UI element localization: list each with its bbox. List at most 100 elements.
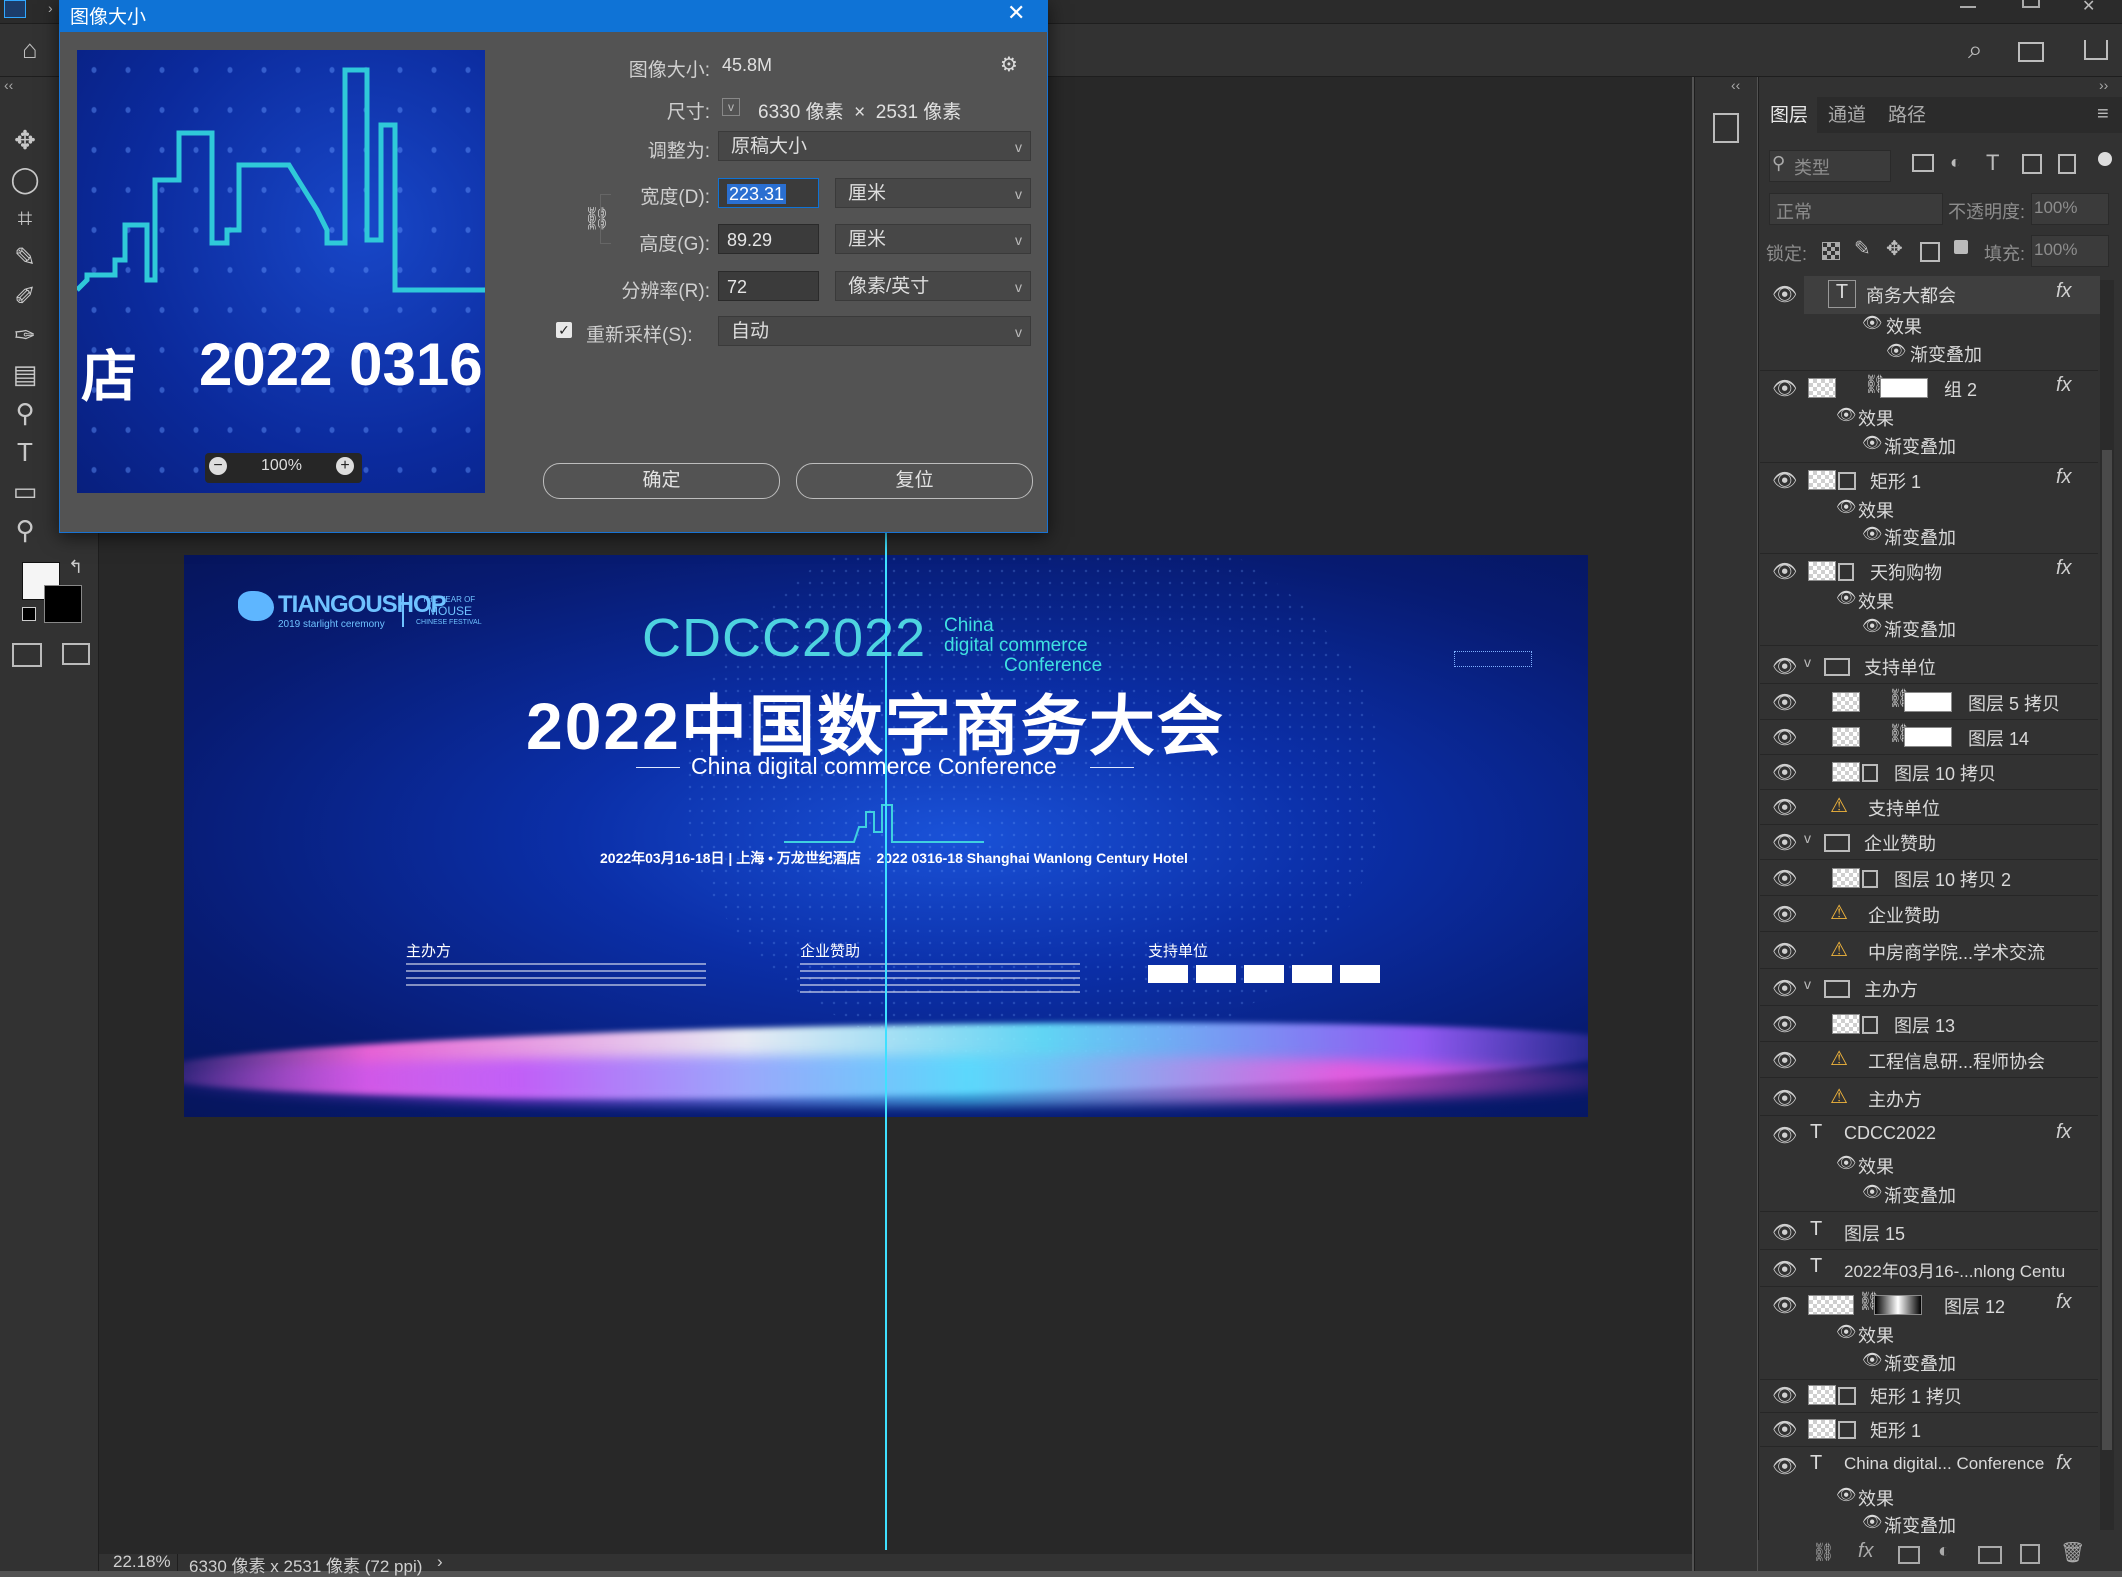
- visibility-eye-icon[interactable]: 👁: [1772, 939, 1797, 964]
- visibility-eye-icon[interactable]: 👁: [1772, 725, 1797, 750]
- vertical-guide[interactable]: [885, 420, 887, 1550]
- lock-artboard-icon[interactable]: [1920, 242, 1940, 262]
- visibility-eye-icon[interactable]: 👁: [1772, 866, 1797, 891]
- lock-position-icon[interactable]: ✥: [1886, 236, 1903, 261]
- share-icon[interactable]: [2084, 40, 2108, 60]
- effects-row[interactable]: 👁 效果: [1758, 1153, 2098, 1179]
- effect-eye-icon[interactable]: 👁: [1862, 313, 1882, 333]
- effect-eye-icon[interactable]: 👁: [1862, 1182, 1882, 1202]
- crop-tool-icon[interactable]: ⌗: [8, 201, 42, 235]
- effect-row[interactable]: 👁 渐变叠加: [1758, 433, 2098, 459]
- effect-eye-icon[interactable]: 👁: [1836, 405, 1856, 425]
- visibility-eye-icon[interactable]: 👁: [1772, 1123, 1797, 1148]
- quick-mask-icon[interactable]: [12, 643, 42, 667]
- swap-colors-icon[interactable]: ↰: [68, 557, 83, 578]
- scrollbar-thumb[interactable]: [2102, 450, 2112, 1450]
- status-arrow-icon[interactable]: ›: [437, 1552, 443, 1572]
- chevron-down-icon[interactable]: v: [1804, 976, 1811, 992]
- collapse-icon[interactable]: ‹‹: [4, 77, 13, 93]
- effect-row[interactable]: 👁 渐变叠加: [1758, 1182, 2098, 1208]
- layer-row[interactable]: 👁 ⛓ 图层 5 拷贝: [1758, 688, 2098, 718]
- visibility-eye-icon[interactable]: 👁: [1772, 795, 1797, 820]
- effects-row[interactable]: 👁 效果: [1758, 1485, 2098, 1511]
- layer-row[interactable]: 👁 矩形 1 拷贝: [1758, 1381, 2098, 1411]
- layers-scrollbar[interactable]: [2100, 280, 2114, 1530]
- tab-layers[interactable]: 图层: [1770, 100, 1808, 127]
- layer-row[interactable]: 👁 T 商务大都会 fx: [1758, 280, 2098, 310]
- fx-icon[interactable]: fx: [2056, 1291, 2072, 1314]
- effects-row[interactable]: 👁 效果: [1758, 405, 2098, 431]
- effect-eye-icon[interactable]: 👁: [1836, 497, 1856, 517]
- resample-checkbox[interactable]: ✓: [556, 322, 572, 338]
- document-info[interactable]: 6330 像素 x 2531 像素 (72 ppi): [189, 1552, 422, 1577]
- dimensions-chevron-icon[interactable]: v: [722, 98, 740, 116]
- effect-row[interactable]: 👁 渐变叠加: [1758, 1350, 2098, 1376]
- screen-mode-icon[interactable]: [62, 643, 90, 665]
- effect-row[interactable]: 👁 渐变叠加: [1758, 1512, 2098, 1538]
- effect-row[interactable]: 👁 渐变叠加: [1758, 616, 2098, 642]
- visibility-eye-icon[interactable]: 👁: [1772, 1383, 1797, 1408]
- effect-row[interactable]: 👁 渐变叠加: [1758, 341, 2098, 367]
- tab-channels[interactable]: 通道: [1828, 100, 1866, 127]
- zoom-tool-icon[interactable]: ⚲: [8, 513, 42, 547]
- layer-row[interactable]: 👁 ⛓ 组 2 fx: [1758, 374, 2098, 404]
- effect-eye-icon[interactable]: 👁: [1862, 616, 1882, 636]
- search-box[interactable]: [1769, 150, 1891, 182]
- minimize-icon[interactable]: [1960, 0, 1976, 8]
- width-unit-dropdown[interactable]: 厘米 v: [835, 178, 1031, 208]
- layer-row[interactable]: 👁 T 图层 15: [1758, 1218, 2098, 1248]
- filter-shape-icon[interactable]: [2022, 154, 2042, 174]
- layer-row[interactable]: 👁 ⛓ 图层 14: [1758, 723, 2098, 753]
- effect-eye-icon[interactable]: 👁: [1862, 524, 1882, 544]
- group-row[interactable]: 👁 v 支持单位: [1758, 652, 2098, 682]
- background-color-swatch[interactable]: [44, 585, 82, 623]
- close-icon[interactable]: ✕: [2082, 0, 2095, 16]
- gear-icon[interactable]: ⚙: [1000, 52, 1018, 77]
- effect-row[interactable]: 👁 渐变叠加: [1758, 524, 2098, 550]
- height-unit-dropdown[interactable]: 厘米 v: [835, 224, 1031, 254]
- move-tool-icon[interactable]: ✥: [8, 123, 42, 157]
- visibility-eye-icon[interactable]: 👁: [1772, 760, 1797, 785]
- layer-row[interactable]: 👁 ⛓ 图层 12 fx: [1758, 1291, 2098, 1321]
- layer-row[interactable]: 👁 ⚠ 主办方: [1758, 1084, 2098, 1114]
- visibility-eye-icon[interactable]: 👁: [1772, 376, 1797, 401]
- effect-eye-icon[interactable]: 👁: [1862, 1350, 1882, 1370]
- height-input[interactable]: 89.29: [718, 224, 819, 254]
- lock-all-icon[interactable]: [1954, 240, 1968, 254]
- workspace-icon[interactable]: [2018, 42, 2044, 62]
- visibility-eye-icon[interactable]: 👁: [1772, 1417, 1797, 1442]
- effect-eye-icon[interactable]: 👁: [1836, 1153, 1856, 1173]
- layer-row[interactable]: 👁 矩形 1 fx: [1758, 466, 2098, 496]
- chevron-down-icon[interactable]: v: [1804, 830, 1811, 846]
- gradient-tool-icon[interactable]: ▤: [8, 357, 42, 391]
- visibility-eye-icon[interactable]: 👁: [1772, 690, 1797, 715]
- effect-eye-icon[interactable]: 👁: [1836, 588, 1856, 608]
- filter-type-icon[interactable]: T: [1986, 150, 1999, 176]
- layer-row[interactable]: 👁 矩形 1: [1758, 1415, 2098, 1445]
- layer-row[interactable]: 👁 图层 13: [1758, 1010, 2098, 1040]
- filter-image-icon[interactable]: [1912, 154, 1934, 172]
- reset-button[interactable]: 复位: [796, 463, 1033, 499]
- new-layer-icon[interactable]: [2020, 1544, 2040, 1564]
- visibility-eye-icon[interactable]: 👁: [1772, 282, 1797, 307]
- collapse-icon[interactable]: ‹‹: [1731, 77, 1740, 93]
- effects-row[interactable]: 👁 效果: [1758, 313, 2098, 339]
- visibility-eye-icon[interactable]: 👁: [1772, 468, 1797, 493]
- visibility-eye-icon[interactable]: 👁: [1772, 654, 1797, 679]
- effect-eye-icon[interactable]: 👁: [1862, 433, 1882, 453]
- visibility-eye-icon[interactable]: 👁: [1772, 1086, 1797, 1111]
- filter-smart-icon[interactable]: [2058, 154, 2076, 174]
- opacity-value[interactable]: 100%: [2034, 198, 2077, 218]
- new-group-icon[interactable]: [1978, 1546, 2002, 1564]
- lasso-tool-icon[interactable]: ◯: [8, 162, 42, 196]
- layer-row[interactable]: 👁 ⚠ 企业赞助: [1758, 900, 2098, 930]
- visibility-eye-icon[interactable]: 👁: [1772, 1012, 1797, 1037]
- visibility-eye-icon[interactable]: 👁: [1772, 1048, 1797, 1073]
- layer-row[interactable]: 👁 图层 10 拷贝: [1758, 758, 2098, 788]
- visibility-eye-icon[interactable]: 👁: [1772, 830, 1797, 855]
- visibility-eye-icon[interactable]: 👁: [1772, 1293, 1797, 1318]
- fx-icon[interactable]: fx: [2056, 280, 2072, 303]
- fx-icon[interactable]: fx: [2056, 557, 2072, 580]
- history-brush-icon[interactable]: ✑: [8, 318, 42, 352]
- filter-adjust-icon[interactable]: ◐: [1950, 152, 1961, 173]
